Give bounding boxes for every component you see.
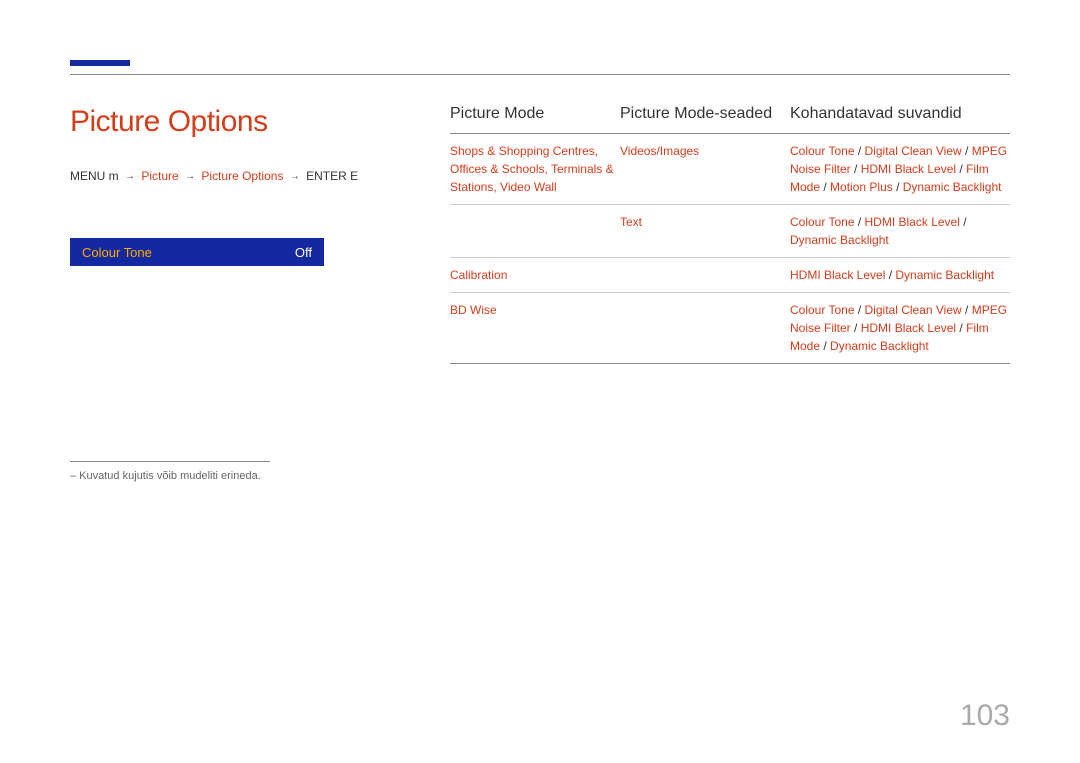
separator: / bbox=[962, 144, 972, 158]
keyword: Dynamic Backlight bbox=[903, 180, 1002, 194]
options-cell: Colour Tone / Digital Clean View / MPEG … bbox=[790, 301, 1010, 355]
keyword: Shops & Shopping Centres, Offices & Scho… bbox=[450, 144, 614, 194]
keyword: Digital Clean View bbox=[865, 144, 962, 158]
arrow-icon: → bbox=[290, 171, 300, 182]
table-row: BD Wise Colour Tone / Digital Clean View … bbox=[450, 293, 1010, 364]
breadcrumb-part: Picture bbox=[141, 169, 178, 183]
keyword: Videos/Images bbox=[620, 144, 699, 158]
separator: / bbox=[855, 215, 865, 229]
breadcrumb-part: Picture Options bbox=[201, 169, 283, 183]
options-cell: Colour Tone / Digital Clean View / MPEG … bbox=[790, 142, 1010, 196]
picture-mode-setting-cell: Text bbox=[620, 213, 790, 249]
options-cell: Colour Tone / HDMI Black Level / Dynamic… bbox=[790, 213, 1010, 249]
separator: / bbox=[820, 339, 830, 353]
table-row: Calibration HDMI Black Level / Dynamic Ba… bbox=[450, 258, 1010, 293]
picture-mode-cell: Calibration bbox=[450, 266, 620, 284]
separator: / bbox=[820, 180, 830, 194]
keyword: Dynamic Backlight bbox=[830, 339, 929, 353]
content-area: Picture Options MENU m → Picture → Pictu… bbox=[70, 105, 1010, 482]
table-row: Shops & Shopping Centres, Offices & Scho… bbox=[450, 134, 1010, 205]
separator: / bbox=[851, 162, 861, 176]
table-header-row: Picture Mode Picture Mode-seaded Kohanda… bbox=[450, 105, 1010, 134]
page: Picture Options MENU m → Picture → Pictu… bbox=[0, 0, 1080, 482]
separator: / bbox=[885, 268, 895, 282]
keyword: Digital Clean View bbox=[865, 303, 962, 317]
separator: / bbox=[855, 144, 865, 158]
left-column: Picture Options MENU m → Picture → Pictu… bbox=[70, 105, 400, 482]
arrow-icon: → bbox=[125, 171, 135, 182]
breadcrumb: MENU m → Picture → Picture Options → ENT… bbox=[70, 169, 400, 183]
picture-mode-cell bbox=[450, 213, 620, 249]
options-cell: HDMI Black Level / Dynamic Backlight bbox=[790, 266, 1010, 284]
picture-mode-setting-cell bbox=[620, 301, 790, 355]
separator: / bbox=[893, 180, 903, 194]
keyword: Colour Tone bbox=[790, 215, 855, 229]
menu-label: Colour Tone bbox=[82, 245, 152, 260]
options-table: Picture Mode Picture Mode-seaded Kohanda… bbox=[450, 105, 1010, 364]
keyword: Dynamic Backlight bbox=[895, 268, 994, 282]
separator: / bbox=[956, 321, 966, 335]
keyword: Text bbox=[620, 215, 642, 229]
keyword: HDMI Black Level bbox=[790, 268, 885, 282]
page-title: Picture Options bbox=[70, 105, 400, 139]
table-row: Text Colour Tone / HDMI Black Level / Dyn… bbox=[450, 205, 1010, 258]
right-column: Picture Mode Picture Mode-seaded Kohanda… bbox=[450, 105, 1010, 482]
keyword: HDMI Black Level bbox=[865, 215, 960, 229]
keyword: BD Wise bbox=[450, 303, 497, 317]
table-header: Kohandatavad suvandid bbox=[790, 105, 1010, 123]
separator: / bbox=[956, 162, 966, 176]
picture-mode-setting-cell bbox=[620, 266, 790, 284]
keyword: Motion Plus bbox=[830, 180, 893, 194]
keyword: Dynamic Backlight bbox=[790, 233, 889, 247]
picture-mode-cell: BD Wise bbox=[450, 301, 620, 355]
table-header: Picture Mode bbox=[450, 105, 620, 123]
page-number: 103 bbox=[960, 699, 1010, 733]
picture-mode-cell: Shops & Shopping Centres, Offices & Scho… bbox=[450, 142, 620, 196]
top-rule bbox=[70, 74, 1010, 75]
separator: / bbox=[851, 321, 861, 335]
keyword: Calibration bbox=[450, 268, 507, 282]
footnote: – Kuvatud kujutis võib mudeliti erineda. bbox=[70, 470, 400, 482]
table-header: Picture Mode-seaded bbox=[620, 105, 790, 123]
breadcrumb-prefix: MENU m bbox=[70, 169, 119, 183]
separator: / bbox=[855, 303, 865, 317]
keyword: HDMI Black Level bbox=[861, 321, 956, 335]
arrow-icon: → bbox=[185, 171, 195, 182]
footnote-rule bbox=[70, 461, 270, 462]
keyword: HDMI Black Level bbox=[861, 162, 956, 176]
keyword: Colour Tone bbox=[790, 144, 855, 158]
breadcrumb-suffix: ENTER E bbox=[306, 169, 358, 183]
top-accent-bar bbox=[70, 60, 130, 66]
menu-item-colour-tone: Colour Tone Off bbox=[70, 238, 324, 266]
separator: / bbox=[960, 215, 967, 229]
separator: / bbox=[962, 303, 972, 317]
keyword: Colour Tone bbox=[790, 303, 855, 317]
picture-mode-setting-cell: Videos/Images bbox=[620, 142, 790, 196]
menu-value: Off bbox=[295, 245, 312, 260]
